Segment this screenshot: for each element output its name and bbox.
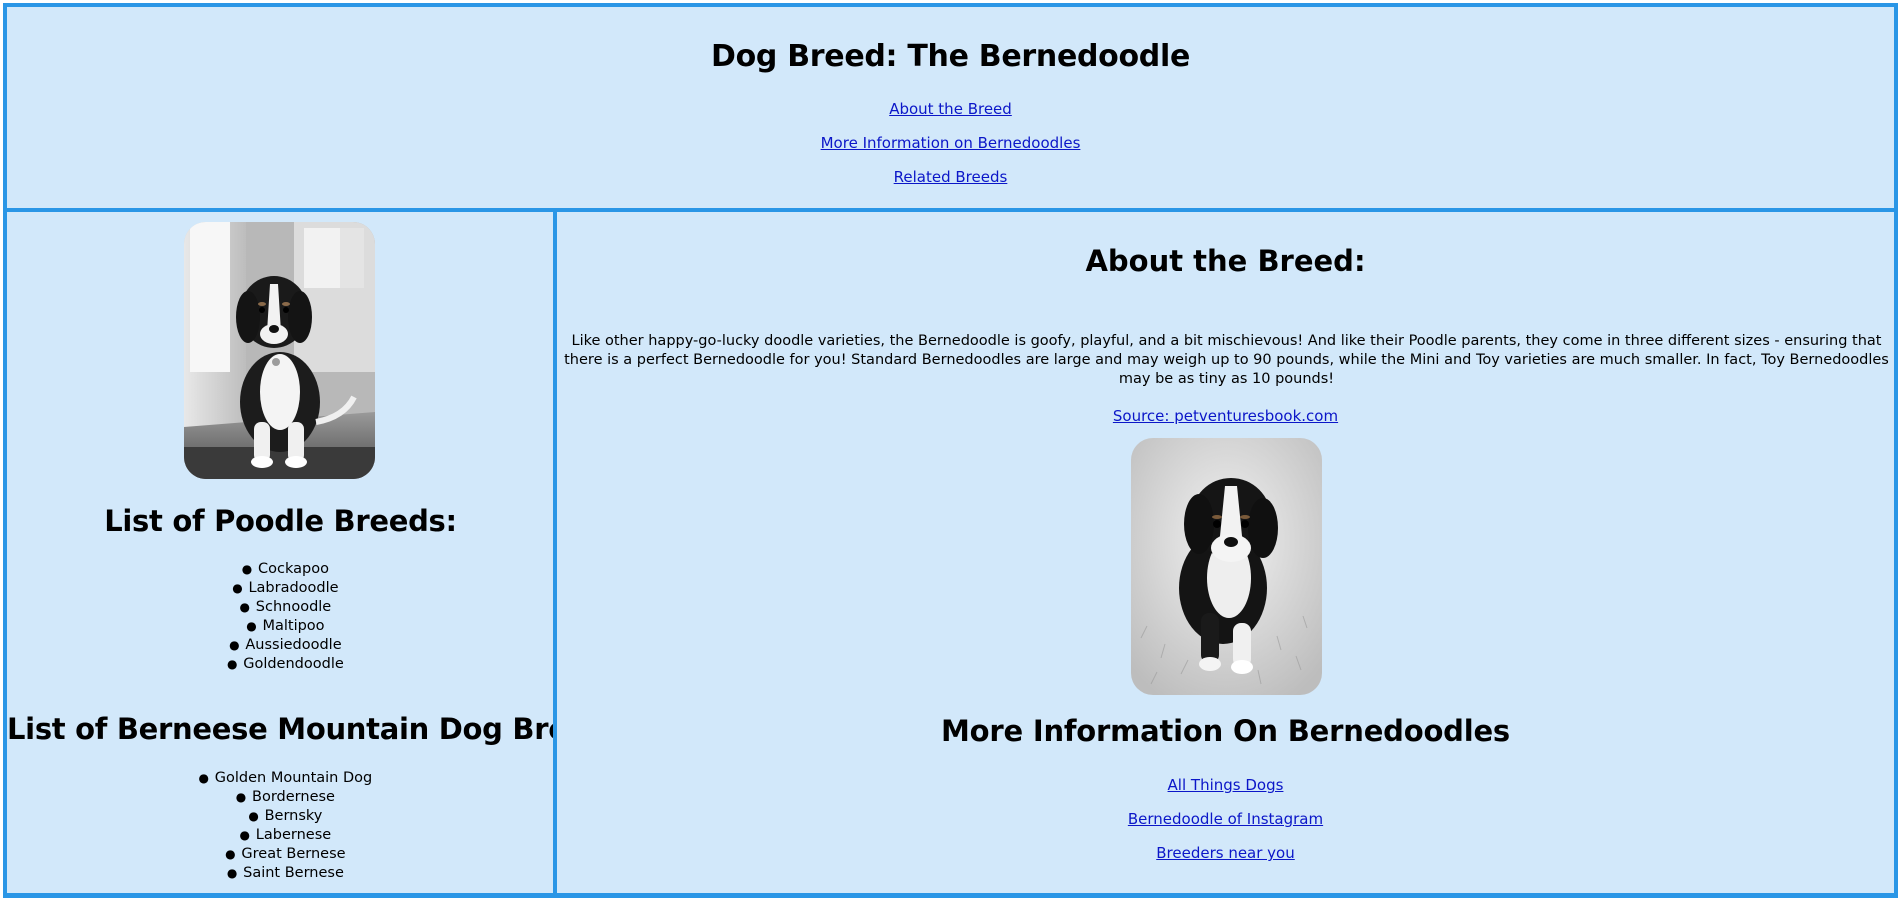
bullet-icon: ● [235,790,247,804]
bernedoodle-instagram-link[interactable]: Bernedoodle of Instagram [1128,810,1323,828]
list-item: ● Golden Mountain Dog [11,769,554,788]
bullet-icon: ● [232,581,243,595]
more-information-heading: More Information On Bernedoodles [941,714,1510,748]
breed-label: Golden Mountain Dog [214,770,373,786]
site-header: Dog Breed: The Bernedoodle About the Bre… [3,3,1898,213]
page: Dog Breed: The Bernedoodle About the Bre… [0,0,1903,901]
nav-link-about-the-breed[interactable]: About the Breed [889,100,1012,118]
about-breed-paragraph: Like other happy-go-lucky doodle varieti… [564,333,1889,387]
all-things-dogs-link[interactable]: All Things Dogs [1168,776,1284,794]
bottom-border [3,893,1898,898]
bullet-icon: ● [226,657,238,671]
bullet-icon: ● [239,600,250,614]
main-content: About the Breed: Like other happy-go-luc… [553,208,1898,898]
page-title: Dog Breed: The Bernedoodle [710,39,1191,74]
sitting-puppy-photo [184,222,375,479]
breed-label: Saint Bernese [243,865,344,881]
poodle-breeds-list: ● Cockapoo ● Labradoodle ● Schnoodle ● Malti… [7,560,554,674]
source-line: Source: petventuresbook.com [557,406,1894,425]
nav-item-more-info: More Information on Bernedoodles [7,133,1894,152]
list-item: ● Saint Bernese [11,864,554,883]
list-item: ● Maltipoo [11,617,554,636]
list-item: ● Labradoodle [11,579,554,598]
list-item: ● Bordernese [11,788,554,807]
list-item: ● Bernsky [11,807,554,826]
nav-link-more-information[interactable]: More Information on Bernedoodles [821,134,1081,152]
list-item: ● Aussiedoodle [11,636,554,655]
about-breed-heading: About the Breed: [1085,244,1366,278]
breed-label: Cockapoo [258,561,329,577]
list-item: ● Great Bernese [11,845,554,864]
nav-link-related-breeds[interactable]: Related Breeds [894,168,1008,186]
bernese-breeds-list: ● Golden Mountain Dog ● Bordernese ● Bernsk… [7,769,554,883]
breed-label: Goldendoodle [243,656,344,672]
bullet-icon: ● [246,619,257,633]
source-link[interactable]: Source: petventuresbook.com [1113,407,1338,425]
breed-label: Labernese [255,827,332,843]
breed-label: Schnoodle [255,599,332,615]
list-item: ● Labernese [11,826,554,845]
nav-item-related: Related Breeds [7,167,1894,186]
list-item: ● Schnoodle [11,598,554,617]
poodle-breeds-heading: List of Poodle Breeds: [104,504,457,538]
more-link-item: Breeders near you [557,843,1894,862]
bullet-icon: ● [241,562,253,576]
bullet-icon: ● [248,809,259,823]
breed-label: Great Bernese [241,846,346,862]
more-link-item: All Things Dogs [557,775,1894,794]
bullet-icon: ● [229,638,240,652]
bullet-icon: ● [226,866,238,880]
list-item: ● Goldendoodle [11,655,554,674]
bullet-icon: ● [239,828,251,842]
nav-item-about: About the Breed [7,99,1894,118]
bullet-icon: ● [225,847,236,861]
breed-label: Labradoodle [248,580,339,596]
bernese-breeds-heading: List of Berneese Mountain Dog Breeds: [7,712,636,746]
walking-puppy-photo [1131,438,1322,695]
breed-label: Bordernese [252,789,335,805]
breeders-near-you-link[interactable]: Breeders near you [1156,844,1295,862]
list-item: ● Cockapoo [11,560,554,579]
breed-label: Bernsky [264,808,323,824]
bullet-icon: ● [198,771,209,785]
more-link-item: Bernedoodle of Instagram [557,809,1894,828]
breed-label: Maltipoo [262,618,325,634]
breed-label: Aussiedoodle [245,637,342,653]
sidebar: List of Poodle Breeds: ● Cockapoo ● Labrad… [3,208,636,898]
